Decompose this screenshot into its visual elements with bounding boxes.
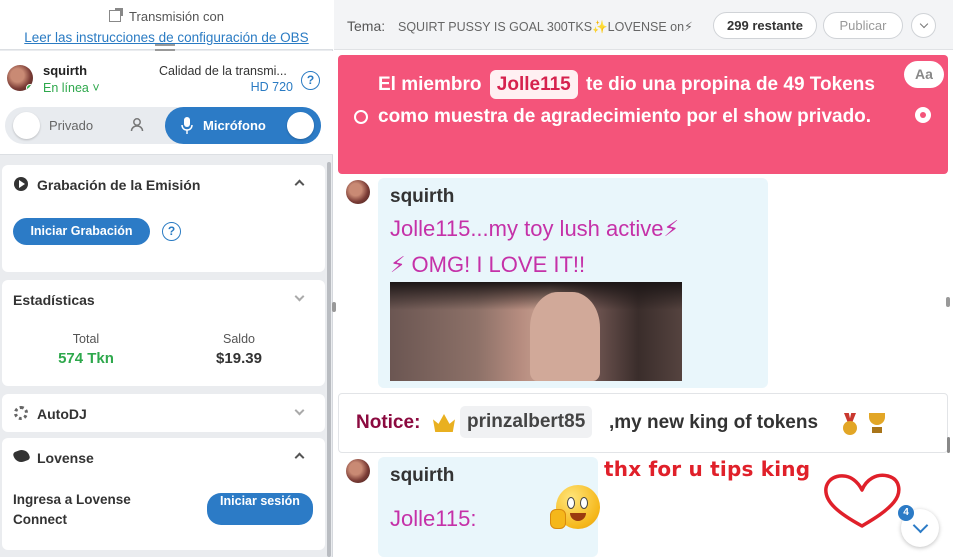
overlay-thanks-text: thx for u tips king [604, 457, 811, 481]
lovense-connect-text: Ingresa a Lovense Connect [13, 492, 131, 527]
autodj-card-header[interactable]: AutoDJ [2, 394, 325, 432]
private-toggle[interactable]: Privado [5, 107, 160, 144]
stats-card-header[interactable]: Estadísticas [2, 280, 325, 318]
control-panel: Transmisión con Leer las instrucciones d… [0, 0, 333, 557]
drag-handle-icon[interactable] [155, 44, 175, 51]
avatar [346, 459, 370, 483]
balance-label: Saldo [223, 332, 255, 346]
unread-badge: 4 [898, 505, 914, 521]
message-body: Jolle115: [390, 506, 477, 531]
crown-icon [433, 414, 455, 432]
avatar [346, 180, 370, 204]
tip-text: El miembro Jolle115 te dio una propina d… [378, 69, 918, 133]
topic-text[interactable]: SQUIRT PUSSY IS GOAL 300TKS✨LOVENSE on⚡ [398, 19, 693, 35]
status-dropdown[interactable]: En línea ˅ [43, 81, 100, 95]
medal-icon [841, 413, 859, 435]
message-line-2: ⚡ OMG! I LOVE IT!! [390, 252, 586, 277]
total-value: 574 Tkn [58, 350, 114, 367]
tip-notification: El miembro Jolle115 te dio una propina d… [338, 55, 948, 174]
settings-gear-icon[interactable] [915, 107, 931, 123]
lovense-card: Lovense Ingresa a Lovense Connect Inicia… [2, 438, 325, 550]
topic-label: Tema: [347, 18, 386, 34]
autodj-gear-icon [14, 406, 28, 420]
quality-help-icon[interactable]: ? [301, 71, 320, 90]
left-scrollbar[interactable] [327, 162, 331, 557]
message-author[interactable]: squirth [390, 186, 454, 208]
mode-toggle[interactable]: Privado Micrófono [5, 107, 321, 144]
font-size-button[interactable]: Aa [904, 61, 944, 88]
record-play-icon [14, 177, 28, 191]
tip-username[interactable]: Jolle115 [489, 70, 578, 99]
avatar [7, 65, 33, 91]
lovense-card-header[interactable]: Lovense [2, 438, 325, 476]
heart-icon [824, 473, 901, 528]
blowing-kiss-emoji-icon [550, 485, 600, 529]
external-link-icon [109, 8, 124, 22]
broadcaster-info: squirth En línea ˅ Calidad de la transmi… [0, 51, 333, 155]
remaining-counter: 299 restante [713, 12, 817, 39]
total-label: Total [72, 332, 100, 346]
microphone-toggle-knob [287, 112, 314, 139]
microphone-toggle[interactable]: Micrófono [165, 107, 321, 144]
trophy-icon [866, 413, 888, 435]
recording-title: Grabación de la Emisión [37, 177, 201, 193]
chevron-down-icon[interactable] [294, 405, 305, 416]
notice-message: Notice: prinzalbert85 ,my new king of to… [338, 393, 948, 453]
users-icon [130, 118, 144, 132]
quality-value[interactable]: HD 720 [251, 80, 293, 94]
resize-handle-icon[interactable] [946, 297, 950, 307]
chat-message: squirth Jolle115...my toy lush active⚡ ⚡… [378, 178, 768, 388]
chevron-up-icon[interactable] [294, 179, 305, 190]
private-toggle-knob [13, 112, 40, 139]
notice-label: Notice: [356, 412, 421, 433]
recording-card: Grabación de la Emisión Iniciar Grabació… [2, 165, 325, 272]
stats-card: Estadísticas Total 574 Tkn Saldo $19.39 [2, 280, 325, 386]
chat-message: squirth Jolle115: [378, 457, 600, 557]
autodj-title: AutoDJ [37, 406, 87, 422]
private-label: Privado [49, 118, 94, 133]
notice-text: ,my new king of tokens [609, 412, 819, 433]
publish-button[interactable]: Publicar [823, 12, 903, 39]
recording-card-header[interactable]: Grabación de la Emisión [2, 165, 325, 203]
quality-label: Calidad de la transmi... [159, 64, 287, 78]
start-recording-button[interactable]: Iniciar Grabación [13, 218, 150, 245]
message-image[interactable] [390, 282, 682, 381]
stats-title: Estadísticas [13, 292, 95, 308]
microphone-label: Micrófono [203, 118, 266, 133]
topic-bar: Tema: SQUIRT PUSSY IS GOAL 300TKS✨LOVENS… [334, 0, 953, 50]
topic-expand-button[interactable] [911, 13, 936, 38]
tip-coin-icon [354, 110, 368, 124]
obs-banner: Transmisión con Leer las instrucciones d… [0, 0, 333, 51]
autodj-card: AutoDJ [2, 394, 325, 432]
balance-value: $19.39 [216, 350, 262, 367]
obs-instructions-link[interactable]: Leer las instrucciones de configuración … [0, 30, 333, 45]
lovense-title: Lovense [37, 450, 94, 466]
online-indicator-icon [26, 84, 33, 91]
lovense-login-button[interactable]: Iniciar sesión [207, 493, 313, 525]
resize-handle-icon[interactable] [332, 302, 336, 312]
chat-scrollbar[interactable] [947, 437, 950, 453]
obs-title: Transmisión con [0, 8, 333, 24]
message-line-1: Jolle115...my toy lush active⚡ [390, 216, 679, 241]
notice-username[interactable]: prinzalbert85 [460, 406, 593, 438]
lovense-toy-icon [12, 447, 31, 465]
message-author[interactable]: squirth [390, 465, 454, 487]
recording-help-icon[interactable]: ? [162, 222, 181, 241]
username: squirth [43, 63, 88, 78]
chevron-down-icon[interactable] [294, 291, 305, 302]
chevron-up-icon[interactable] [294, 452, 305, 463]
microphone-icon [181, 117, 193, 134]
